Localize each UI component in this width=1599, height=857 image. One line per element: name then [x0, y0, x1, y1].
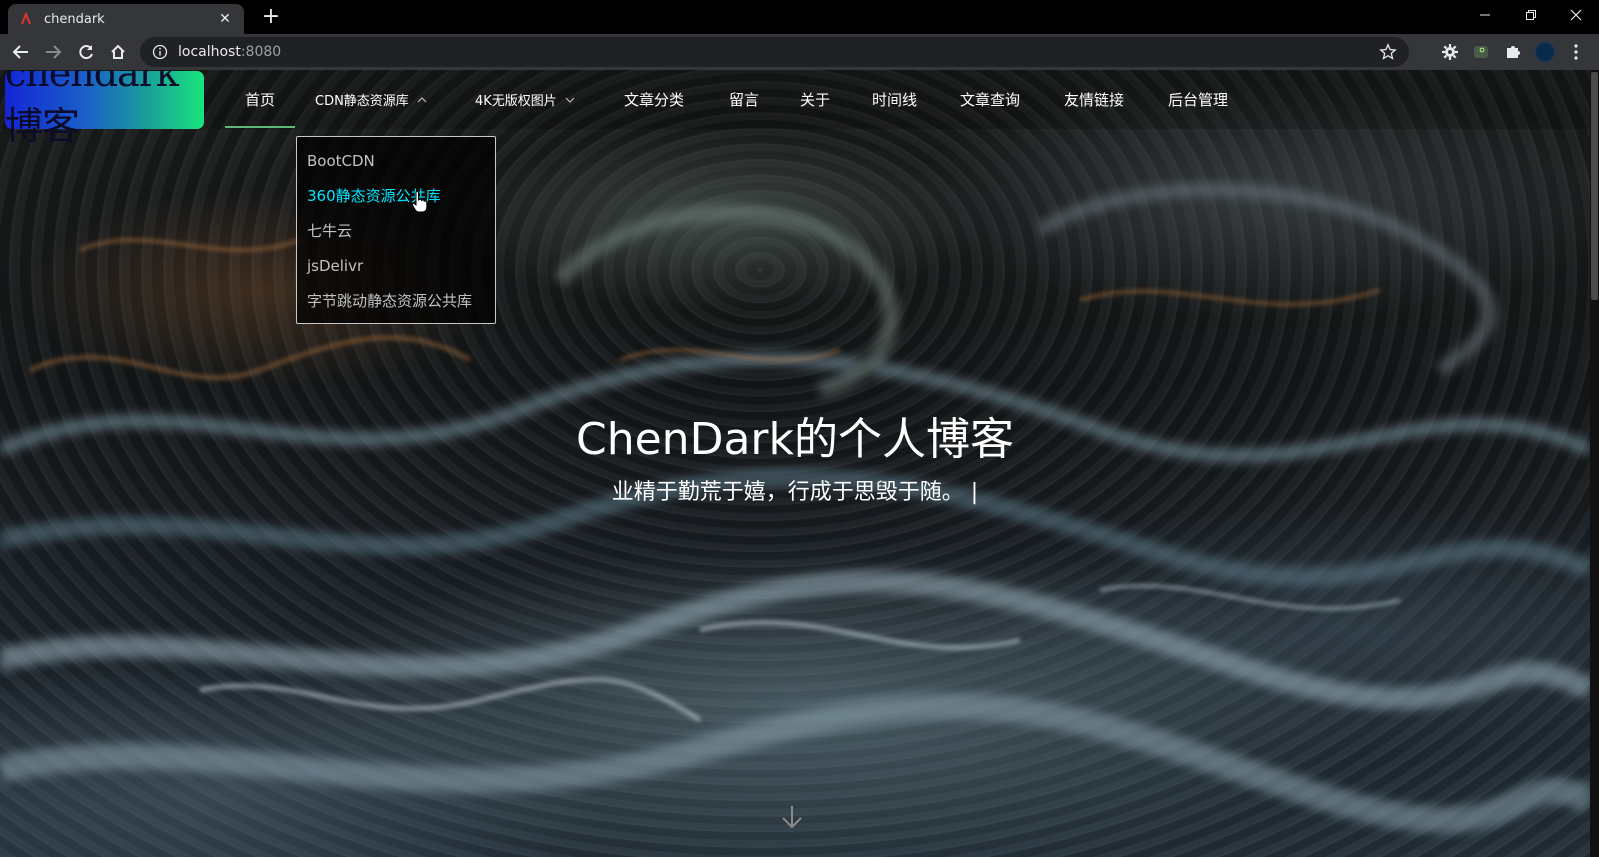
close-window-button[interactable] — [1553, 0, 1599, 30]
url-host: localhost — [178, 44, 241, 60]
tab-title: chendark — [44, 11, 105, 27]
dropdown-item-bytedance-cdn[interactable]: 字节跳动静态资源公共库 — [297, 283, 495, 318]
nav-messages[interactable]: 留言 — [729, 70, 759, 129]
page-viewport: chendark博客 首页 CDN静态资源库 4K无版权图片 文章分类 留言 关… — [0, 70, 1590, 857]
logo-text: chendark博客 — [5, 70, 179, 148]
hero-subtitle: 业精于勤荒于嬉，行成于思毁于随。 | — [611, 480, 979, 505]
gear-extension-icon[interactable] — [1439, 41, 1461, 63]
nav-article-search[interactable]: 文章查询 — [960, 70, 1020, 129]
hero-title: ChenDark的个人博客 — [576, 414, 1014, 465]
tab-close-icon[interactable]: ✕ — [216, 11, 234, 27]
nav-timeline-label: 时间线 — [872, 91, 918, 109]
address-bar[interactable]: localhost:8080 — [140, 37, 1409, 67]
back-arrow-icon[interactable] — [8, 39, 34, 65]
info-icon[interactable] — [152, 44, 168, 60]
dropdown-item-360-cdn[interactable]: 360静态资源公共库 — [297, 178, 495, 213]
browser-tab-strip: chendark ✕ + — [0, 0, 1599, 34]
chevron-down-icon — [565, 97, 575, 103]
nav-admin-label: 后台管理 — [1168, 91, 1229, 109]
kebab-menu-icon[interactable] — [1565, 41, 1587, 63]
dropdown-item-qiniu[interactable]: 七牛云 — [297, 213, 495, 248]
site-navbar: chendark博客 首页 CDN静态资源库 4K无版权图片 文章分类 留言 关… — [0, 70, 1590, 148]
dropdown-item-bootcdn[interactable]: BootCDN — [297, 143, 495, 178]
profile-avatar[interactable] — [1534, 41, 1556, 63]
nav-active-underline — [225, 126, 295, 128]
star-icon[interactable] — [1379, 43, 1397, 61]
dropdown-item-jsdelivr[interactable]: jsDelivr — [297, 248, 495, 283]
nav-messages-label: 留言 — [729, 91, 760, 109]
restore-button[interactable] — [1508, 0, 1554, 30]
nav-categories-label: 文章分类 — [624, 91, 685, 109]
nav-4k-images[interactable]: 4K无版权图片 — [475, 70, 575, 129]
nav-home[interactable]: 首页 — [245, 70, 275, 129]
forward-arrow-icon[interactable] — [40, 39, 66, 65]
nav-4k-label: 4K无版权图片 — [475, 94, 557, 109]
puzzle-extension-icon[interactable] — [1502, 41, 1524, 63]
nav-friend-links[interactable]: 友情链接 — [1064, 70, 1124, 129]
down-arrow-icon[interactable] — [778, 803, 806, 831]
scrollbar-thumb[interactable] — [1591, 72, 1598, 300]
nav-admin[interactable]: 后台管理 — [1168, 70, 1228, 129]
nav-timeline[interactable]: 时间线 — [872, 70, 917, 129]
nav-about[interactable]: 关于 — [800, 70, 830, 129]
reload-icon[interactable] — [73, 39, 99, 65]
new-tab-button[interactable]: + — [258, 4, 284, 30]
nav-categories[interactable]: 文章分类 — [624, 70, 684, 129]
nav-about-label: 关于 — [800, 91, 831, 109]
frog-extension-icon[interactable] — [1470, 41, 1492, 63]
hand-cursor-icon — [411, 190, 428, 213]
nav-cdn[interactable]: CDN静态资源库 — [315, 70, 427, 129]
nav-home-label: 首页 — [245, 91, 276, 109]
browser-tab[interactable]: chendark ✕ — [8, 4, 244, 34]
nav-cdn-label: CDN静态资源库 — [315, 94, 409, 109]
browser-toolbar: localhost:8080 — [0, 34, 1599, 70]
site-logo[interactable]: chendark博客 — [5, 70, 204, 148]
nav-friend-links-label: 友情链接 — [1064, 91, 1125, 109]
cdn-dropdown-menu: BootCDN 360静态资源公共库 七牛云 jsDelivr 字节跳动静态资源… — [296, 136, 496, 324]
chevron-up-icon — [417, 96, 427, 102]
home-icon[interactable] — [105, 39, 131, 65]
nav-article-search-label: 文章查询 — [960, 91, 1021, 109]
site-favicon-icon — [18, 11, 34, 27]
page-scrollbar[interactable] — [1590, 70, 1599, 857]
url-port: :8080 — [240, 44, 282, 60]
minimize-button[interactable] — [1462, 0, 1508, 30]
